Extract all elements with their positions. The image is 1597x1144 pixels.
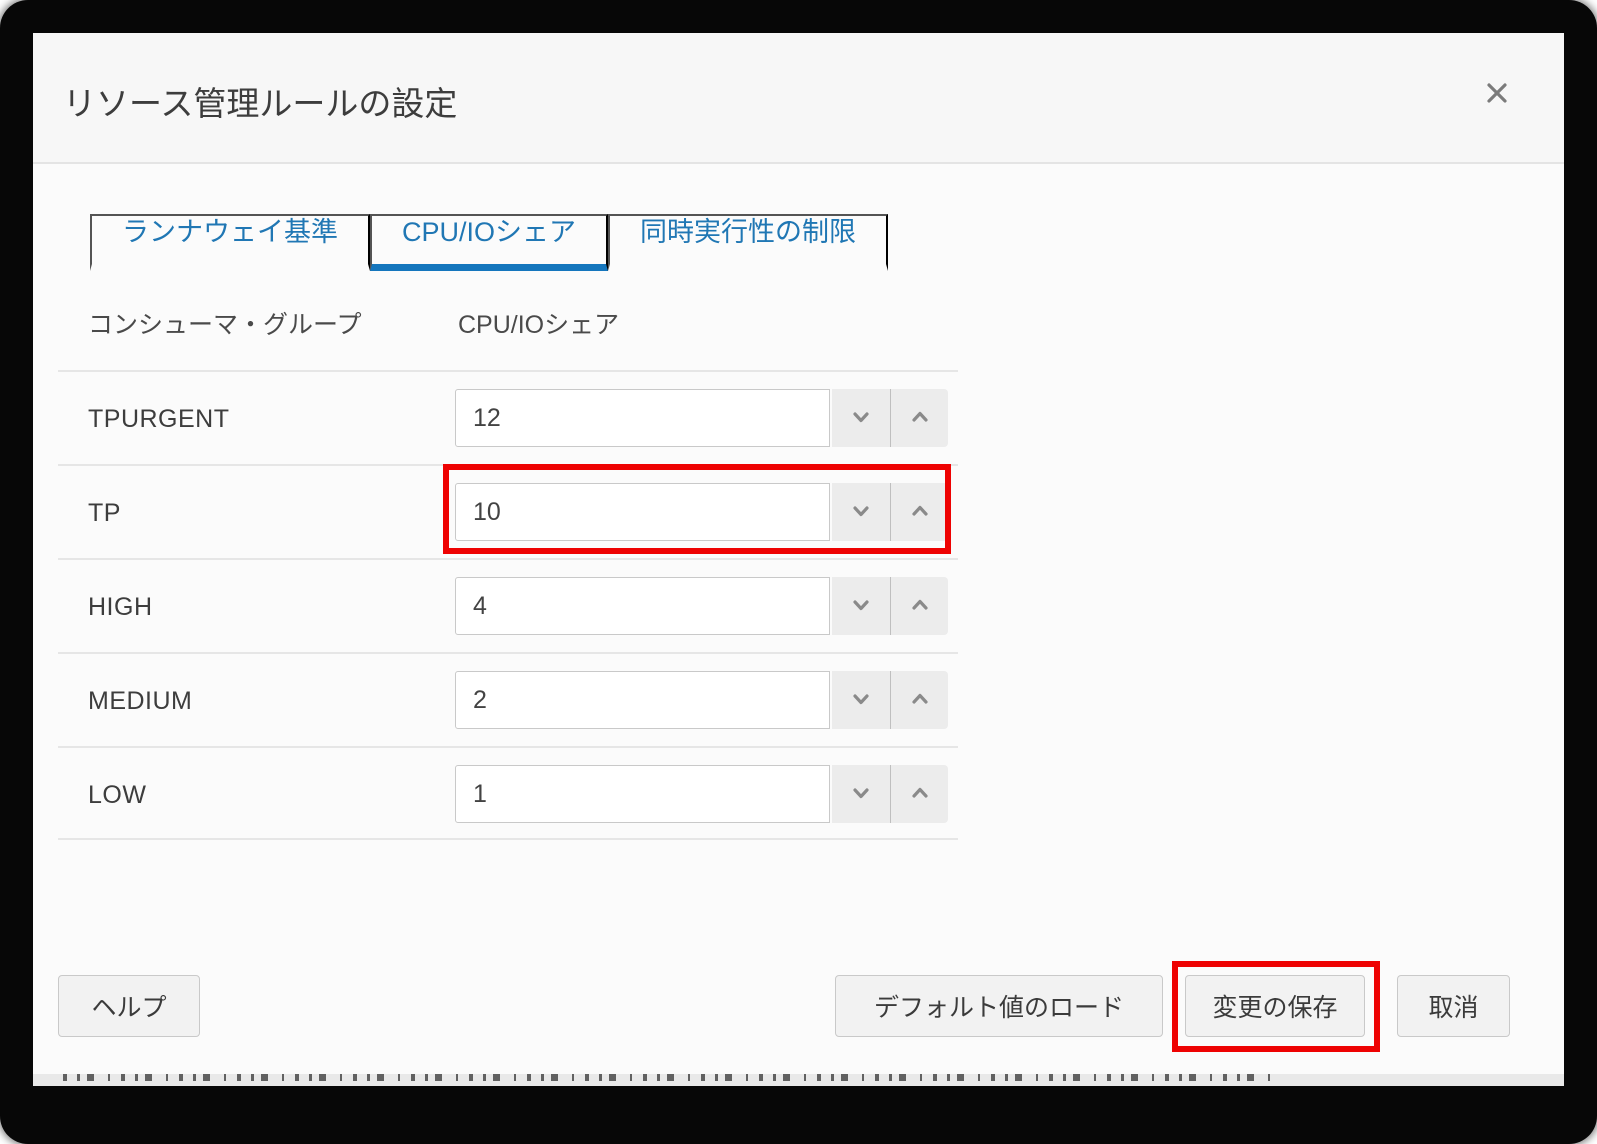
share-input-low[interactable]	[455, 765, 830, 823]
chevron-down-icon	[849, 781, 873, 808]
chevron-up-icon	[908, 593, 932, 620]
share-spinner-high	[455, 577, 948, 635]
table-row-medium: MEDIUM	[58, 652, 958, 746]
increment-button[interactable]	[890, 765, 948, 823]
cancel-button[interactable]: 取消	[1397, 975, 1510, 1037]
dialog-title: リソース管理ルールの設定	[63, 77, 457, 125]
share-input-tpurgent[interactable]	[455, 389, 830, 447]
column-header-consumer-group: コンシューマ・グループ	[88, 305, 362, 341]
save-changes-button[interactable]: 変更の保存	[1185, 975, 1365, 1037]
decrement-button[interactable]	[832, 671, 890, 729]
column-header-cpu-io-share: CPU/IOシェア	[458, 305, 619, 341]
increment-button[interactable]	[890, 389, 948, 447]
chevron-up-icon	[908, 687, 932, 714]
consumer-group-label: TPURGENT	[88, 405, 230, 434]
decrement-button[interactable]	[832, 577, 890, 635]
chevron-up-icon	[908, 499, 932, 526]
tab-concurrency-limit[interactable]: 同時実行性の制限	[608, 214, 888, 271]
share-spinner-tpurgent	[455, 389, 948, 447]
share-spinner-low	[455, 765, 948, 823]
chevron-down-icon	[849, 405, 873, 432]
background-page-sliver	[33, 1074, 1564, 1086]
close-icon	[1485, 81, 1509, 108]
chevron-down-icon	[849, 593, 873, 620]
table-row-tp: TP	[58, 464, 958, 558]
close-button[interactable]	[1482, 79, 1512, 109]
chevron-up-icon	[908, 781, 932, 808]
table-row-tpurgent: TPURGENT	[58, 370, 958, 464]
chevron-down-icon	[849, 687, 873, 714]
load-defaults-button[interactable]: デフォルト値のロード	[835, 975, 1163, 1037]
share-input-medium[interactable]	[455, 671, 830, 729]
share-input-high[interactable]	[455, 577, 830, 635]
table-row-high: HIGH	[58, 558, 958, 652]
table-row-low: LOW	[58, 746, 958, 840]
help-button[interactable]: ヘルプ	[58, 975, 200, 1037]
resource-rules-dialog: リソース管理ルールの設定 ランナウェイ基準 CPU/IOシェア 同時実行性の制限…	[33, 33, 1564, 1074]
decrement-button[interactable]	[832, 483, 890, 541]
tab-runaway-criteria[interactable]: ランナウェイ基準	[90, 214, 370, 271]
consumer-group-label: MEDIUM	[88, 687, 192, 716]
share-spinner-medium	[455, 671, 948, 729]
chevron-up-icon	[908, 405, 932, 432]
increment-button[interactable]	[890, 483, 948, 541]
decrement-button[interactable]	[832, 765, 890, 823]
tab-bar: ランナウェイ基準 CPU/IOシェア 同時実行性の制限	[90, 214, 888, 271]
chevron-down-icon	[849, 499, 873, 526]
decrement-button[interactable]	[832, 389, 890, 447]
dialog-header: リソース管理ルールの設定	[33, 33, 1564, 164]
consumer-group-label: LOW	[88, 781, 146, 810]
consumer-group-label: HIGH	[88, 593, 153, 622]
share-spinner-tp	[455, 483, 948, 541]
tab-cpu-io-share[interactable]: CPU/IOシェア	[370, 214, 608, 271]
increment-button[interactable]	[890, 577, 948, 635]
share-input-tp[interactable]	[455, 483, 830, 541]
consumer-group-label: TP	[88, 499, 121, 528]
clipped-page-text	[63, 1074, 1278, 1081]
share-table: TPURGENT TP	[58, 370, 958, 840]
increment-button[interactable]	[890, 671, 948, 729]
